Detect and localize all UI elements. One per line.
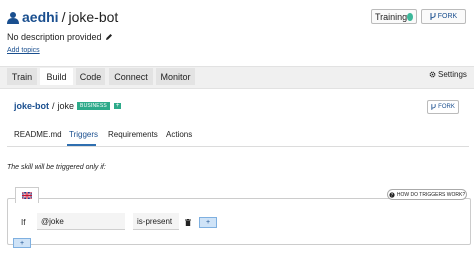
how-triggers-label: HOW DO TRIGGERS WORK? [396,191,466,198]
trigger-field-input[interactable]: @joke [37,213,125,230]
how-triggers-work-button[interactable]: ? HOW DO TRIGGERS WORK? [387,189,467,200]
if-label: If [21,218,26,227]
trash-icon[interactable] [185,219,191,226]
gear-icon [429,71,436,78]
description-text: No description provided [7,32,102,42]
repo-name-link[interactable]: joke-bot [68,9,118,25]
trigger-operator-select[interactable]: is-present [133,213,179,230]
add-topics-link[interactable]: Add topics [7,47,40,54]
settings-label: Settings [438,70,467,79]
badge-add-button[interactable]: + [113,103,122,109]
skill-owner-link[interactable]: joke-bot [14,101,49,111]
skill-name: joke [57,101,75,111]
tab-monitor[interactable]: Monitor [156,68,195,85]
training-label: Training [375,11,408,22]
repo-description: No description provided [7,32,113,42]
subtab-readme[interactable]: README.md [14,130,62,139]
fork-icon [430,13,436,20]
settings-link[interactable]: Settings [429,70,467,79]
tab-connect[interactable]: Connect [109,68,153,85]
subtab-divider [7,146,469,147]
fork-skill-button[interactable]: FORK [427,100,459,114]
tab-build[interactable]: Build [40,68,73,85]
help-circle-icon: ? [389,191,395,198]
uk-flag-icon [22,192,32,199]
skill-breadcrumb: joke-bot / joke BUSINESS + [14,101,122,111]
user-icon [7,11,19,24]
repo-owner-link[interactable]: aedhi [22,9,59,25]
repo-separator: / [61,9,66,25]
fork-skill-label: FORK [438,104,455,110]
fork-repo-button[interactable]: FORK [421,9,466,24]
status-dot-icon [407,12,413,21]
trigger-intro-text: The skill will be triggered only if: [7,164,106,171]
add-value-button[interactable]: + [199,217,217,228]
language-tab[interactable] [15,187,39,203]
fork-label: FORK [437,13,458,20]
subtab-actions[interactable]: Actions [166,130,192,139]
fork-icon [431,104,436,110]
repo-title: aedhi / joke-bot [7,9,118,25]
subtab-requirements[interactable]: Requirements [108,130,158,139]
tab-train[interactable]: Train [7,68,37,85]
training-status-button[interactable]: Training [371,9,417,24]
pencil-icon[interactable] [105,33,113,41]
add-condition-button[interactable]: + [13,238,31,248]
business-badge: BUSINESS [77,102,110,110]
tab-code[interactable]: Code [76,68,105,85]
subtab-triggers[interactable]: Triggers [69,130,98,139]
skill-separator: / [52,101,55,111]
